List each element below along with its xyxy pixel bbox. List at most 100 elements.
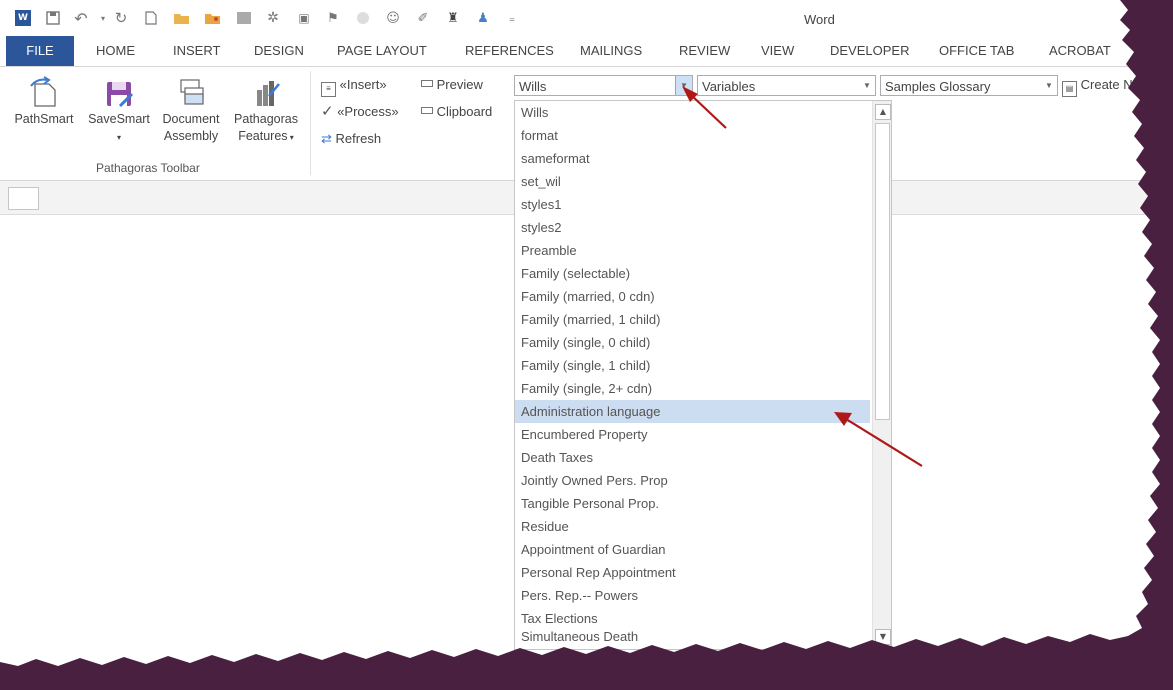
list-item[interactable]: sameformat xyxy=(515,147,870,170)
list-item[interactable]: styles1 xyxy=(515,193,870,216)
list-item[interactable]: set_wil xyxy=(515,170,870,193)
variables-combo[interactable]: Variables ▼ xyxy=(697,75,876,96)
scroll-up-icon[interactable]: ▲ xyxy=(875,104,891,120)
dropdown-scrollbar[interactable]: ▲ ▼ xyxy=(872,101,891,649)
tab-design[interactable]: DESIGN xyxy=(254,36,304,66)
tab-acrobat[interactable]: ACROBAT xyxy=(1049,36,1111,66)
insert-icon: ≡ xyxy=(321,82,336,97)
clipboard-toggle-icon xyxy=(421,107,433,114)
pathagoras-dropdown-icon[interactable]: ▾ xyxy=(288,133,294,142)
grid-icon[interactable] xyxy=(236,10,252,26)
savesmart-button[interactable]: SaveSmart ▾ xyxy=(82,67,156,146)
tab-home[interactable]: HOME xyxy=(96,36,135,66)
preview-button[interactable]: Preview xyxy=(421,75,483,95)
flag-icon[interactable]: ⚑ xyxy=(325,10,341,26)
insert-label: «Insert» xyxy=(339,77,387,92)
customize-icon[interactable]: ₌ xyxy=(504,10,520,26)
scroll-thumb[interactable] xyxy=(875,123,890,420)
list-item[interactable]: Death Taxes xyxy=(515,446,870,469)
list-item[interactable]: Family (married, 1 child) xyxy=(515,308,870,331)
group-separator xyxy=(310,71,311,175)
list-item[interactable]: Encumbered Property xyxy=(515,423,870,446)
list-item[interactable]: Family (selectable) xyxy=(515,262,870,285)
checkmark-icon: ✓ xyxy=(321,103,334,120)
tab-insert[interactable]: INSERT xyxy=(173,36,220,66)
pathagoras-features-icon xyxy=(257,81,280,106)
pathagoras-label-2: Features xyxy=(238,129,288,143)
list-item[interactable]: format xyxy=(515,124,870,147)
refresh-icon: ⇄ xyxy=(321,131,332,146)
new-doc-icon[interactable] xyxy=(143,10,159,26)
list-item[interactable]: Preamble xyxy=(515,239,870,262)
list-item-selected[interactable]: Administration language xyxy=(515,400,870,423)
list-item[interactable]: Family (single, 2+ cdn) xyxy=(515,377,870,400)
preview-toggle-icon xyxy=(421,80,433,87)
tab-office-tab[interactable]: OFFICE TAB xyxy=(939,36,1014,66)
process-button[interactable]: ✓ «Process» xyxy=(321,102,399,122)
list-item[interactable]: Appointment of Guardian xyxy=(515,538,870,561)
fields-icon[interactable]: ✲ xyxy=(265,10,281,26)
create-label: Create N xyxy=(1080,77,1133,92)
undo-icon[interactable]: ↶ xyxy=(73,9,89,28)
list-item[interactable]: Simultaneous Death xyxy=(515,625,870,648)
glossary-combo[interactable]: Samples Glossary ▼ xyxy=(880,75,1058,96)
document-assembly-button[interactable]: Document Assembly xyxy=(155,67,227,145)
list-item[interactable]: Family (married, 0 cdn) xyxy=(515,285,870,308)
insert-button[interactable]: ≡ «Insert» xyxy=(321,75,387,97)
process-label: «Process» xyxy=(337,104,399,119)
clipboard-label: Clipboard xyxy=(436,104,493,119)
document-label-2: Assembly xyxy=(163,129,219,143)
list-item[interactable]: Wills xyxy=(515,101,870,124)
list-item[interactable]: Pers. Rep.-- Powers xyxy=(515,584,870,607)
save-icon[interactable] xyxy=(45,10,61,26)
circle-icon[interactable] xyxy=(355,10,371,26)
redo-icon[interactable]: ↻ xyxy=(113,9,129,27)
open-folder-icon[interactable] xyxy=(174,10,190,26)
refresh-button[interactable]: ⇄ Refresh xyxy=(321,129,381,149)
wills-combo-value: Wills xyxy=(519,79,547,94)
create-button[interactable]: ▤ Create N xyxy=(1062,75,1133,97)
tab-selector[interactable] xyxy=(8,187,39,210)
variables-combo-value: Variables xyxy=(702,79,756,94)
binoculars-icon[interactable]: ♜ xyxy=(445,10,461,26)
list-item[interactable]: Family (single, 1 child) xyxy=(515,354,870,377)
list-item[interactable]: Tangible Personal Prop. xyxy=(515,492,870,515)
scroll-down-icon[interactable]: ▼ xyxy=(875,629,891,645)
wills-dropdown-list[interactable]: Wills format sameformat set_wil styles1 … xyxy=(514,100,892,650)
users-icon[interactable]: ♟ xyxy=(475,10,491,26)
wand-icon[interactable]: ✐ xyxy=(415,10,431,26)
ribbon-tabs: FILE HOME INSERT DESIGN PAGE LAYOUT REFE… xyxy=(0,36,1173,67)
people-icon[interactable]: ☺ xyxy=(385,10,401,26)
group-label-pathagoras-toolbar: Pathagoras Toolbar xyxy=(96,161,200,175)
wills-combo-arrow-icon[interactable]: ▼ xyxy=(675,76,692,95)
folder-icon[interactable] xyxy=(205,10,221,26)
preview-icon[interactable]: ▣ xyxy=(296,10,312,26)
list-item[interactable]: Residue xyxy=(515,515,870,538)
savesmart-dropdown-icon[interactable]: ▾ xyxy=(117,133,121,142)
tab-developer[interactable]: DEVELOPER xyxy=(830,36,909,66)
clipboard-button[interactable]: Clipboard xyxy=(421,102,492,122)
tab-file[interactable]: FILE xyxy=(6,36,74,66)
tab-view[interactable]: VIEW xyxy=(761,36,794,66)
preview-label: Preview xyxy=(436,77,483,92)
list-item[interactable]: Family (single, 0 child) xyxy=(515,331,870,354)
pathsmart-button[interactable]: PathSmart xyxy=(10,67,78,128)
undo-dropdown-icon[interactable]: ▾ xyxy=(95,10,111,26)
variables-combo-arrow-icon[interactable]: ▼ xyxy=(859,76,875,95)
list-item[interactable]: styles2 xyxy=(515,216,870,239)
list-item[interactable]: Jointly Owned Pers. Prop xyxy=(515,469,870,492)
list-item[interactable]: Personal Rep Appointment xyxy=(515,561,870,584)
tab-references[interactable]: REFERENCES xyxy=(465,36,554,66)
pathsmart-label: PathSmart xyxy=(14,112,74,126)
savesmart-label: SaveSmart xyxy=(88,112,150,126)
wills-combo[interactable]: Wills ▼ xyxy=(514,75,693,96)
tab-mailings[interactable]: MAILINGS xyxy=(580,36,642,66)
tab-page-layout[interactable]: PAGE LAYOUT xyxy=(337,36,427,66)
tab-review[interactable]: REVIEW xyxy=(679,36,730,66)
document-label-1: Document xyxy=(162,112,220,126)
create-icon: ▤ xyxy=(1062,81,1077,97)
glossary-combo-arrow-icon[interactable]: ▼ xyxy=(1041,76,1057,95)
document-assembly-icon xyxy=(180,79,204,105)
pathagoras-label-1: Pathagoras xyxy=(234,112,298,126)
pathagoras-features-button[interactable]: Pathagoras Features ▾ xyxy=(228,67,304,146)
